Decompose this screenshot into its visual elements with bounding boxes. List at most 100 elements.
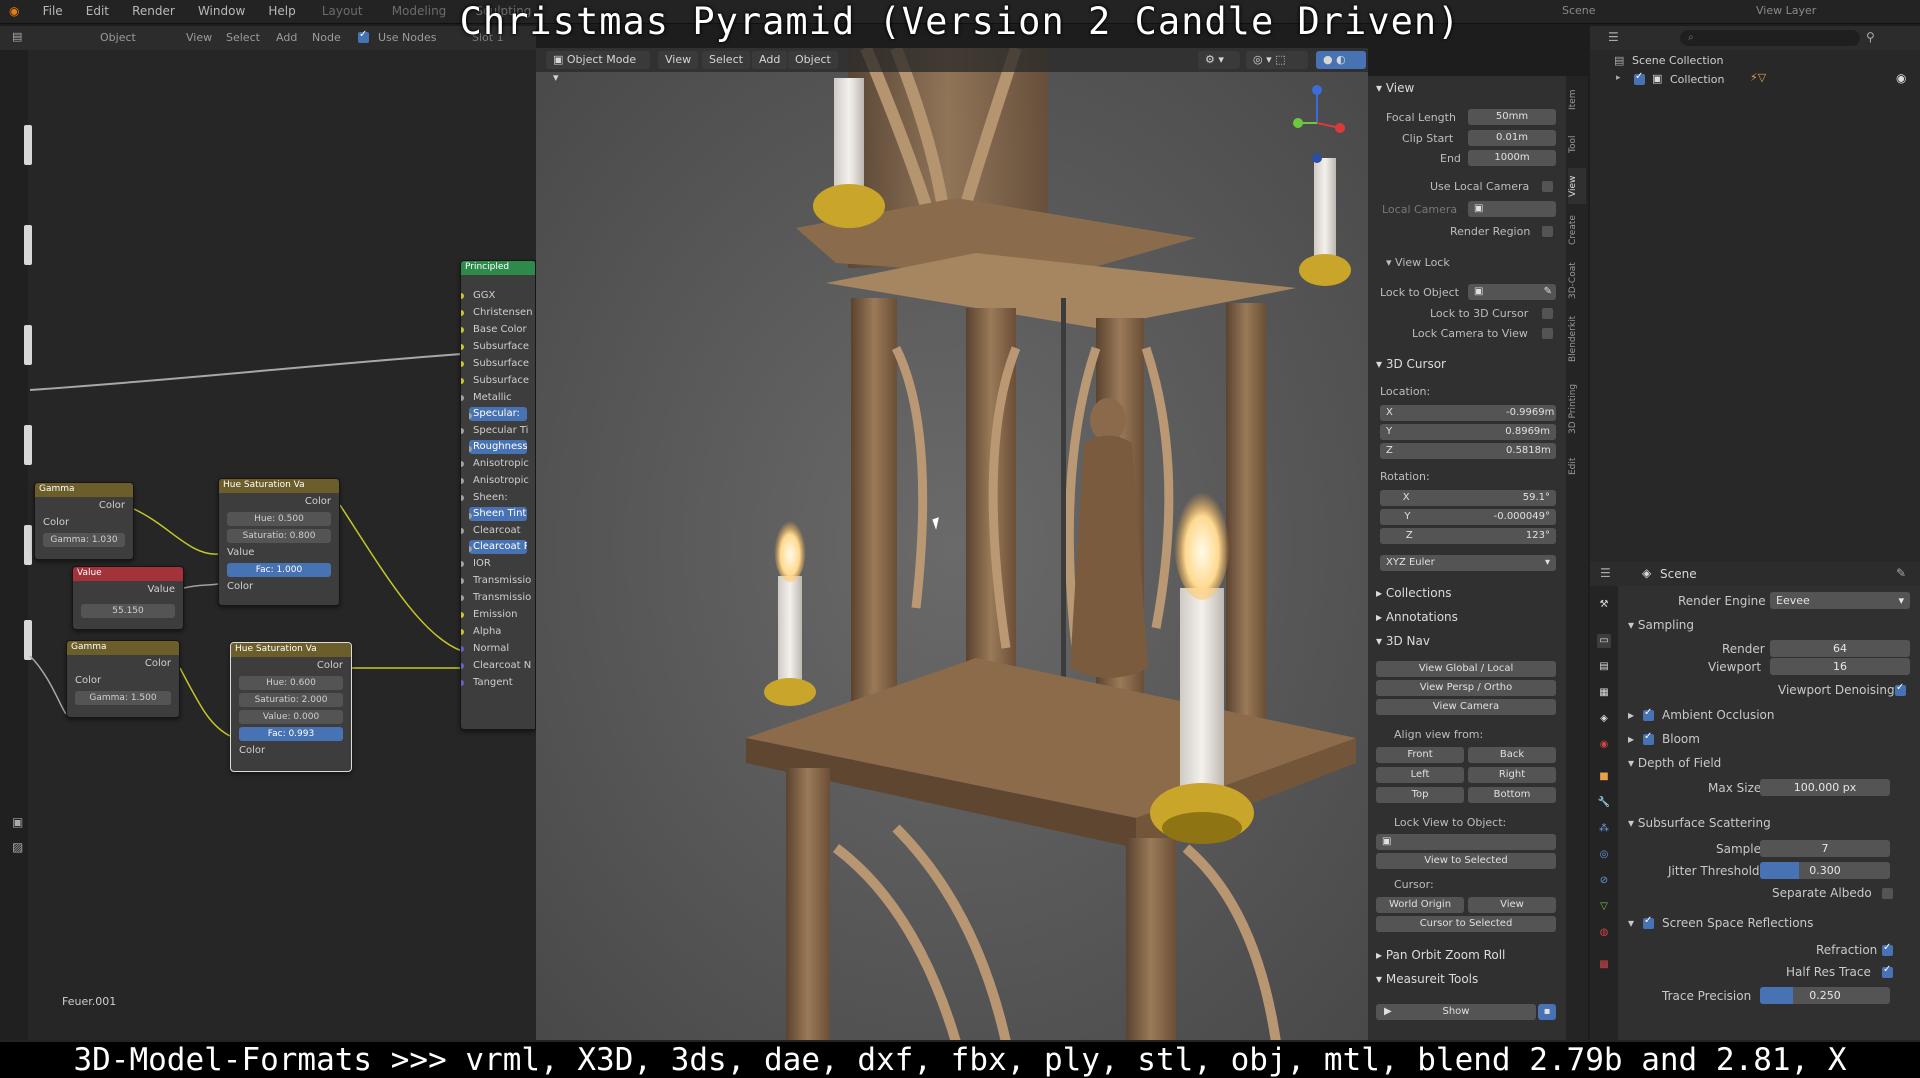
- input-socket[interactable]: [469, 446, 472, 452]
- cursor-rot-x-field[interactable]: X 59.1°: [1380, 490, 1556, 506]
- align-left-button[interactable]: Left: [1376, 767, 1464, 783]
- gamma-node-2-header[interactable]: Gamma: [67, 641, 179, 655]
- collection-label[interactable]: Collection: [1670, 73, 1724, 86]
- principled-bsdf-node[interactable]: Principled GGX Christensen Base Color Subsu…: [460, 260, 536, 730]
- viewport-menu-object[interactable]: Object: [788, 51, 838, 69]
- principled-input-row[interactable]: Clearcoat N: [461, 657, 535, 674]
- principled-input-row[interactable]: Base Color: [461, 321, 535, 338]
- navigation-gizmo[interactable]: [1282, 78, 1352, 168]
- input-socket[interactable]: [461, 646, 464, 652]
- cursor-x-field[interactable]: X -0.9969m: [1380, 405, 1556, 421]
- input-socket[interactable]: [461, 293, 464, 299]
- principled-input-row[interactable]: Normal: [461, 640, 535, 657]
- input-socket[interactable]: [461, 395, 464, 401]
- tab-create[interactable]: Create: [1568, 208, 1586, 252]
- 3d-nav-panel-header[interactable]: ▾ 3D Nav: [1376, 634, 1430, 648]
- particles-props-icon[interactable]: ⁂: [1597, 822, 1611, 836]
- view-persp-ortho-button[interactable]: View Persp / Ortho: [1376, 680, 1556, 696]
- collection-include-checkbox[interactable]: [1634, 71, 1645, 85]
- cursor-to-selected-button[interactable]: Cursor to Selected: [1376, 916, 1556, 932]
- principled-input-row[interactable]: Sheen:: [461, 489, 535, 506]
- max-size-field[interactable]: 100.000 px: [1760, 779, 1890, 796]
- measureit-panel-header[interactable]: ▾ Measureit Tools: [1376, 972, 1478, 986]
- scene-props-tab-icon[interactable]: ◈: [1597, 712, 1611, 726]
- lock-to-object-field[interactable]: ▣ ✎: [1468, 284, 1556, 300]
- principled-input-row[interactable]: Clearcoat R: [469, 540, 527, 554]
- lock-view-object-field[interactable]: ▣: [1376, 834, 1556, 850]
- principled-input-row[interactable]: Subsurface: [461, 338, 535, 355]
- overlays-icon[interactable]: ◎ ▾ ⬚: [1246, 51, 1308, 69]
- view-global-local-button[interactable]: View Global / Local: [1376, 661, 1556, 677]
- annotations-panel-header[interactable]: ▸ Annotations: [1376, 610, 1458, 624]
- principled-input-row[interactable]: Specular:: [469, 407, 527, 421]
- depth-of-field-panel-header[interactable]: ▾ Depth of Field: [1628, 756, 1721, 770]
- eyedropper-icon[interactable]: ✎: [1544, 284, 1552, 300]
- lock-camera-to-view-checkbox[interactable]: [1542, 328, 1553, 339]
- constraints-props-icon[interactable]: ⊘: [1597, 874, 1611, 888]
- properties-editor-type-icon[interactable]: ☰: [1600, 566, 1611, 580]
- input-socket[interactable]: [461, 595, 464, 601]
- ambient-occlusion-checkbox[interactable]: [1643, 707, 1654, 721]
- input-socket[interactable]: [461, 344, 464, 350]
- input-socket[interactable]: [461, 361, 464, 367]
- data-props-icon[interactable]: ▽: [1597, 900, 1611, 914]
- principled-input-row[interactable]: Clearcoat: [461, 522, 535, 539]
- gamma-node-2-gamma-field[interactable]: Gamma: 1.500: [75, 691, 171, 705]
- ambient-occlusion-panel-header[interactable]: ▸: [1628, 708, 1634, 722]
- principled-node-header[interactable]: Principled: [461, 261, 535, 275]
- input-socket[interactable]: [461, 612, 464, 618]
- refraction-checkbox[interactable]: [1882, 942, 1893, 956]
- align-top-button[interactable]: Top: [1376, 787, 1464, 803]
- gamma-node-1-gamma-field[interactable]: Gamma: 1.030: [43, 533, 125, 547]
- principled-input-row[interactable]: IOR: [461, 555, 535, 572]
- gizmo-toggle-icon[interactable]: ⚙ ▾: [1198, 51, 1240, 69]
- principled-input-row[interactable]: Metallic: [461, 389, 535, 406]
- hue-saturation-node-2[interactable]: Hue Saturation Va Color Hue: 0.600 Satur…: [230, 642, 352, 772]
- cursor-rot-z-field[interactable]: Z 123°: [1380, 528, 1556, 544]
- value-node-header[interactable]: Value: [73, 567, 183, 581]
- collections-panel-header[interactable]: ▸ Collections: [1376, 586, 1451, 600]
- world-origin-button[interactable]: World Origin: [1376, 897, 1464, 913]
- rotation-mode-dropdown[interactable]: XYZ Euler ▾: [1380, 555, 1556, 571]
- principled-input-row[interactable]: Roughness: [469, 440, 527, 454]
- input-socket[interactable]: [461, 495, 464, 501]
- viewport-menu-view[interactable]: View: [658, 51, 699, 69]
- hsv-node-1-fac-field[interactable]: Fac: 1.000: [227, 563, 331, 577]
- principled-input-row[interactable]: Tangent: [461, 674, 535, 691]
- scene-collection-label[interactable]: Scene Collection: [1632, 54, 1723, 67]
- view-to-selected-button[interactable]: View to Selected: [1376, 853, 1556, 869]
- collection-expand-arrow[interactable]: ▸: [1616, 73, 1621, 83]
- value-node[interactable]: Value Value 55.150: [72, 566, 184, 630]
- half-res-trace-checkbox[interactable]: [1882, 964, 1893, 978]
- tab-tool[interactable]: Tool: [1568, 126, 1586, 162]
- gamma-node-1-header[interactable]: Gamma: [35, 483, 133, 497]
- principled-input-row[interactable]: Specular Ti: [461, 422, 535, 439]
- align-front-button[interactable]: Front: [1376, 747, 1464, 763]
- value-node-field[interactable]: 55.150: [81, 604, 175, 618]
- texture-props-icon[interactable]: ▩: [1597, 958, 1611, 972]
- clip-end-field[interactable]: 1000m: [1468, 150, 1556, 166]
- measureit-show-button[interactable]: ▶ Show: [1376, 1004, 1536, 1020]
- focal-length-field[interactable]: 50mm: [1468, 109, 1556, 125]
- material-props-icon[interactable]: ◍: [1597, 926, 1611, 940]
- cursor-rot-y-field[interactable]: Y -0.000049°: [1380, 509, 1556, 525]
- view-camera-button[interactable]: View Camera: [1376, 699, 1556, 715]
- principled-input-row[interactable]: Emission: [461, 606, 535, 623]
- bloom-checkbox[interactable]: [1643, 731, 1654, 745]
- input-socket[interactable]: [461, 461, 464, 467]
- principled-input-row[interactable]: Transmissio: [461, 572, 535, 589]
- hue-saturation-node-1[interactable]: Hue Saturation Va Color Hue: 0.500 Satur…: [218, 478, 340, 606]
- bloom-panel-header[interactable]: ▸: [1628, 732, 1634, 746]
- hsv-node-2-fac-field[interactable]: Fac: 0.993: [239, 727, 343, 741]
- input-socket[interactable]: [461, 663, 464, 669]
- tab-3d-printing[interactable]: 3D Printing: [1568, 374, 1586, 444]
- view-lock-subheader[interactable]: ▾ View Lock: [1386, 256, 1450, 269]
- sss-samples-field[interactable]: 7: [1760, 840, 1890, 857]
- hsv-node-1-saturation-field[interactable]: Saturatio: 0.800: [227, 529, 331, 543]
- trace-precision-slider[interactable]: 0.250: [1760, 987, 1890, 1004]
- tab-blenderkit[interactable]: Blenderkit: [1568, 310, 1586, 368]
- output-props-icon[interactable]: ▤: [1597, 660, 1611, 674]
- separate-albedo-checkbox[interactable]: [1882, 888, 1893, 899]
- tab-item[interactable]: Item: [1568, 80, 1586, 120]
- input-socket[interactable]: [461, 310, 464, 316]
